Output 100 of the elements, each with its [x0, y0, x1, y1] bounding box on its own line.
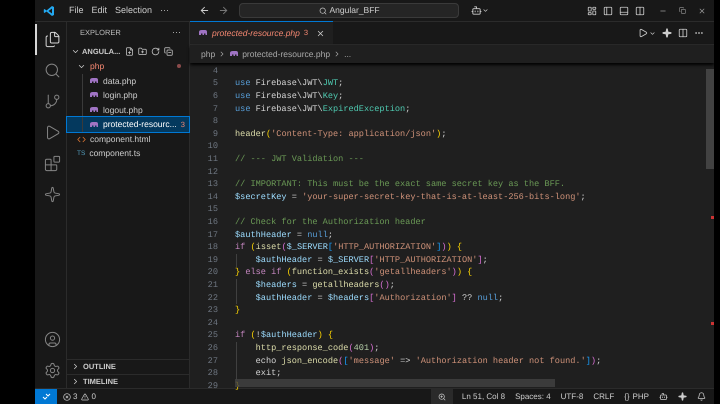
robot-icon[interactable]: [471, 5, 482, 16]
elephant-icon: [89, 76, 99, 85]
line-number: 11: [206, 153, 218, 166]
line-number: 29: [206, 380, 218, 393]
file-tree-item[interactable]: login.php: [67, 88, 189, 103]
error-count: 3: [73, 390, 78, 402]
braces-symbol: {}: [624, 390, 630, 402]
forward-arrow-icon[interactable]: [218, 5, 230, 16]
settings-icon: [44, 362, 60, 379]
language-label: PHP: [632, 390, 649, 402]
breadcrumb-item[interactable]: php: [201, 48, 216, 60]
robot-icon[interactable]: [659, 392, 668, 401]
app-logo-icon: [43, 4, 55, 16]
collapse-all-icon[interactable]: [164, 47, 174, 56]
search-icon: [44, 62, 60, 79]
close-icon[interactable]: [698, 6, 706, 14]
back-arrow-icon[interactable]: [199, 5, 210, 16]
scrollbar-thumb[interactable]: [706, 69, 714, 169]
zoom-icon: [438, 392, 446, 400]
error-marker: [711, 322, 714, 325]
search-icon: [318, 6, 327, 14]
code-line: exit;: [254, 367, 282, 380]
file-name: login.php: [103, 89, 139, 102]
line-number: 19: [206, 254, 218, 267]
status-item[interactable]: UTF-8: [556, 390, 588, 402]
file-tree-item[interactable]: php: [67, 59, 189, 74]
new-folder-icon[interactable]: [138, 47, 148, 56]
file-name: data.php: [103, 74, 138, 88]
code-line: $authHeader = $_SERVER['HTTP_AUTHORIZATION'];: [254, 254, 488, 267]
refresh-icon[interactable]: [151, 47, 160, 56]
status-item[interactable]: Ln 51, Col 8: [456, 390, 510, 402]
close-icon[interactable]: [316, 28, 326, 38]
remote-button[interactable]: [35, 389, 57, 404]
remote-icon: [42, 392, 50, 401]
code-line: // --- JWT Validation ---: [235, 153, 364, 166]
file-tree-item[interactable]: component.html: [67, 132, 189, 147]
split-layout-icon[interactable]: [635, 6, 645, 16]
menu-item[interactable]: ···: [156, 4, 174, 18]
menu-item[interactable]: Edit: [88, 4, 112, 18]
breadcrumb-item[interactable]: ...: [344, 48, 352, 60]
sparkle-icon: [44, 186, 60, 203]
line-number: 8: [212, 115, 218, 128]
code-line: }: [235, 304, 240, 318]
problems-button[interactable]: 3 0: [63, 390, 96, 402]
line-number: 6: [212, 90, 218, 103]
new-file-icon[interactable]: [125, 47, 134, 56]
code-line: }: [235, 380, 240, 393]
error-icon: [63, 392, 71, 400]
code-line: if (isset($_SERVER['HTTP_AUTHORIZATION'])) {: [235, 241, 462, 254]
more-actions-button[interactable]: ···: [172, 26, 181, 40]
menu-item[interactable]: File: [65, 4, 88, 18]
layout-icon[interactable]: [587, 6, 597, 16]
warning-icon: [81, 392, 90, 400]
file-name: component.ts: [89, 147, 142, 160]
line-number: 28: [206, 367, 218, 380]
sidebar-toggle-icon[interactable]: [603, 6, 613, 16]
line-number: 4: [212, 64, 218, 78]
code-line: // IMPORTANT: This must be the exact same secret key as the BFF.: [235, 178, 566, 192]
sparkle-icon[interactable]: [662, 28, 672, 38]
extensions-icon: [44, 155, 60, 172]
chevron-down-icon[interactable]: [482, 7, 490, 14]
bell-icon[interactable]: [697, 392, 706, 401]
file-tree-item[interactable]: logout.php: [67, 102, 189, 118]
breadcrumb-item[interactable]: protected-resource.php: [242, 48, 330, 60]
run-icon[interactable]: [638, 28, 648, 38]
line-number: 9: [212, 128, 218, 141]
source-control-icon: [44, 93, 60, 110]
line-number: 7: [212, 102, 218, 116]
line-number: 23: [206, 304, 218, 318]
line-number: 22: [206, 292, 218, 304]
status-item[interactable]: CRLF: [588, 390, 620, 402]
line-number: 5: [212, 77, 218, 90]
sparkle-icon[interactable]: [678, 392, 687, 401]
language-mode-button[interactable]: {} PHP: [619, 390, 654, 402]
elephant-icon: [89, 91, 99, 100]
code-line: header('Content-Type: application/json');: [235, 128, 446, 141]
elephant-icon: [198, 29, 208, 37]
workspace-name: Angular_BFF: [330, 4, 380, 17]
elephant-icon: [89, 106, 99, 114]
panel-toggle-icon[interactable]: [619, 6, 629, 16]
line-number: 10: [206, 140, 218, 154]
command-search-field[interactable]: Angular_BFF: [239, 3, 460, 18]
split-editor-icon[interactable]: [678, 28, 688, 38]
file-tree-item[interactable]: data.php: [67, 74, 189, 88]
code-line: echo json_encode(['message' => 'Authorization header not found.']);: [254, 354, 602, 368]
code-line: use Firebase\JWT\Key;: [235, 90, 344, 103]
menu-item[interactable]: Selection: [111, 4, 156, 18]
line-number: 15: [206, 203, 218, 216]
elephant-icon: [89, 120, 99, 129]
zoom-button[interactable]: [430, 389, 453, 404]
restore-icon[interactable]: [679, 7, 686, 14]
status-item[interactable]: Spaces: 4: [510, 390, 556, 402]
code-line: http_response_code(401);: [254, 342, 380, 355]
line-number: 26: [206, 342, 218, 355]
chevron-down-icon[interactable]: [649, 30, 656, 36]
line-number: 18: [206, 241, 218, 254]
line-number: 25: [206, 329, 218, 342]
error-marker: [711, 216, 714, 219]
line-number: 27: [206, 354, 218, 368]
line-number: 17: [206, 228, 218, 242]
